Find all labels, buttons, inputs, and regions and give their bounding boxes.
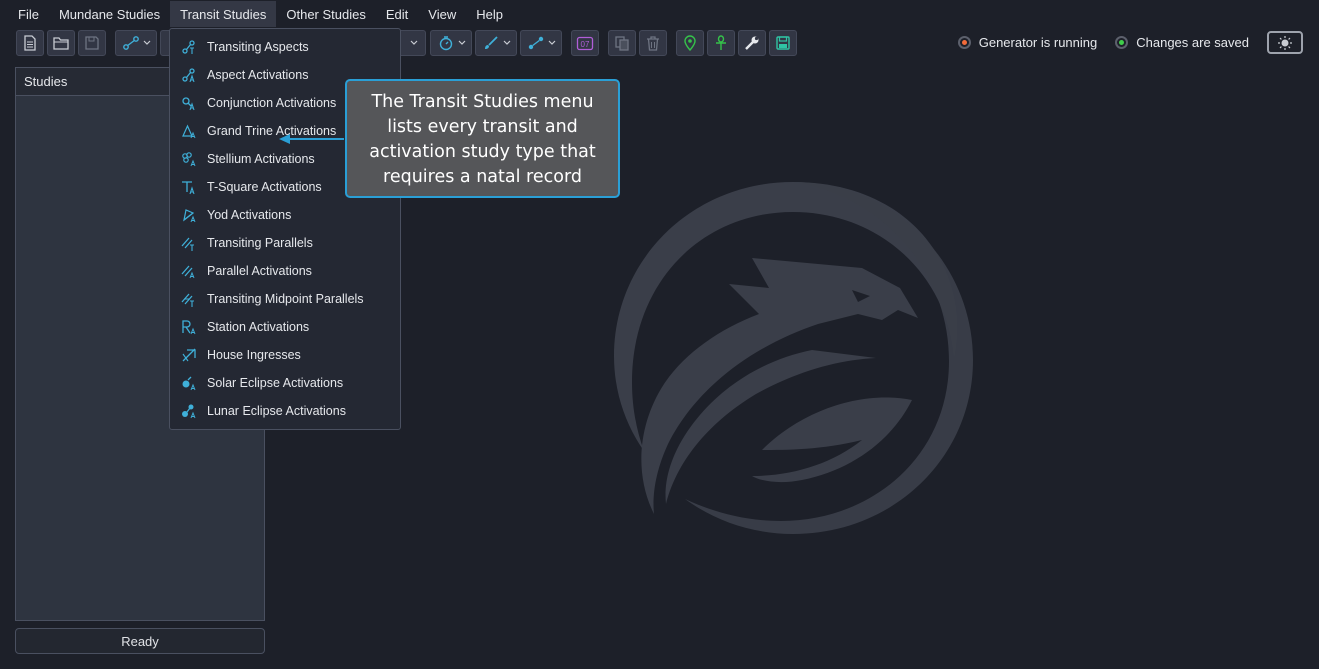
theme-toggle-button[interactable] xyxy=(1267,31,1303,54)
map-pin-icon xyxy=(684,35,696,51)
menu-item-house-ingresses[interactable]: House Ingresses xyxy=(170,341,400,369)
copy-button[interactable] xyxy=(608,30,636,56)
house-ingress-icon xyxy=(180,346,198,364)
settings-button[interactable] xyxy=(738,30,766,56)
ready-status-bar: Ready xyxy=(15,628,265,654)
mundane-aspects-button[interactable] xyxy=(115,30,157,56)
calendar-button[interactable]: 07 xyxy=(571,30,599,56)
generator-status: Generator is running xyxy=(957,35,1098,50)
menu-other-studies[interactable]: Other Studies xyxy=(276,1,376,27)
menu-item-transiting-parallels[interactable]: Transiting Parallels xyxy=(170,229,400,257)
brush-icon xyxy=(484,36,498,49)
menu-item-label: Stellium Activations xyxy=(207,152,315,166)
menu-item-solar-eclipse-activations[interactable]: Solar Eclipse Activations xyxy=(170,369,400,397)
menu-transit-studies[interactable]: Transit Studies xyxy=(170,1,277,27)
menu-help[interactable]: Help xyxy=(466,1,513,27)
location-button[interactable] xyxy=(676,30,704,56)
menu-item-label: Transiting Midpoint Parallels xyxy=(207,292,364,306)
generator-status-indicator xyxy=(957,36,971,49)
eagle-logo xyxy=(614,182,973,534)
menu-item-label: Transiting Aspects xyxy=(207,40,309,54)
save-button[interactable] xyxy=(78,30,106,56)
calendar-icon: 07 xyxy=(576,36,594,51)
menu-item-label: T-Square Activations xyxy=(207,180,322,194)
save-status-text: Changes are saved xyxy=(1136,35,1249,50)
chevron-down-icon xyxy=(548,40,555,45)
open-file-button[interactable] xyxy=(47,30,75,56)
save-all-button[interactable] xyxy=(769,30,797,56)
menu-item-label: Solar Eclipse Activations xyxy=(207,376,344,390)
menu-item-label: Transiting Parallels xyxy=(207,236,313,250)
menubar: File Mundane Studies Transit Studies Oth… xyxy=(0,0,1319,28)
conjunction-activations-icon xyxy=(180,94,198,112)
save-status: Changes are saved xyxy=(1115,35,1249,50)
menu-item-station-activations[interactable]: Station Activations xyxy=(170,313,400,341)
menu-item-label: Station Activations xyxy=(207,320,310,334)
trash-icon xyxy=(647,36,659,51)
copy-icon xyxy=(615,36,629,51)
lunar-eclipse-icon xyxy=(180,402,198,420)
calendar-date-text: 07 xyxy=(581,40,590,49)
ankh-button[interactable] xyxy=(707,30,735,56)
yod-icon xyxy=(180,206,198,224)
sun-icon xyxy=(1278,35,1292,50)
status-area: Generator is running Changes are saved xyxy=(957,31,1303,54)
stellium-icon xyxy=(180,150,198,168)
menu-view[interactable]: View xyxy=(418,1,466,27)
disk-icon xyxy=(776,36,790,50)
menu-item-label: Lunar Eclipse Activations xyxy=(207,404,346,418)
menu-file[interactable]: File xyxy=(8,1,49,27)
aspect-activations-icon xyxy=(180,66,198,84)
menu-item-label: Aspect Activations xyxy=(207,68,309,82)
ankh-icon xyxy=(716,35,726,50)
menu-item-transiting-aspects[interactable]: Transiting Aspects xyxy=(170,33,400,61)
brush-button[interactable] xyxy=(475,30,517,56)
solar-eclipse-icon xyxy=(180,374,198,392)
transiting-aspects-icon xyxy=(180,38,198,56)
grand-trine-icon xyxy=(180,122,198,140)
delete-button[interactable] xyxy=(639,30,667,56)
parallel-activations-icon xyxy=(180,262,198,280)
menu-item-parallel-activations[interactable]: Parallel Activations xyxy=(170,257,400,285)
menu-item-yod-activations[interactable]: Yod Activations xyxy=(170,201,400,229)
callout-arrow xyxy=(279,134,344,144)
chevron-down-icon xyxy=(143,40,150,45)
menu-mundane-studies[interactable]: Mundane Studies xyxy=(49,1,170,27)
chevron-down-icon xyxy=(458,40,465,45)
link-button[interactable] xyxy=(520,30,562,56)
transiting-parallels-icon xyxy=(180,234,198,252)
timer-button[interactable] xyxy=(430,30,472,56)
menu-item-transiting-midpoint-parallels[interactable]: Transiting Midpoint Parallels xyxy=(170,285,400,313)
menu-item-label: Conjunction Activations xyxy=(207,96,337,110)
menu-edit[interactable]: Edit xyxy=(376,1,418,27)
save-status-indicator xyxy=(1115,36,1129,49)
timer-icon xyxy=(439,36,452,51)
midpoint-parallels-icon xyxy=(180,290,198,308)
link-icon xyxy=(528,36,543,50)
station-icon xyxy=(180,318,198,336)
menu-item-label: Yod Activations xyxy=(207,208,292,222)
new-file-button[interactable] xyxy=(16,30,44,56)
menu-item-lunar-eclipse-activations[interactable]: Lunar Eclipse Activations xyxy=(170,397,400,425)
folder-icon xyxy=(52,37,69,50)
save-icon xyxy=(85,36,99,50)
chevron-down-icon xyxy=(410,40,418,45)
menu-item-label: Parallel Activations xyxy=(207,264,312,278)
aspect-icon xyxy=(122,36,139,50)
wrench-icon xyxy=(745,36,759,50)
chevron-down-icon xyxy=(503,40,510,45)
tutorial-callout: The Transit Studies menu lists every tra… xyxy=(345,79,620,198)
generator-status-text: Generator is running xyxy=(978,35,1098,50)
menu-item-label: House Ingresses xyxy=(207,348,301,362)
new-file-icon xyxy=(24,35,36,51)
t-square-icon xyxy=(180,178,198,196)
